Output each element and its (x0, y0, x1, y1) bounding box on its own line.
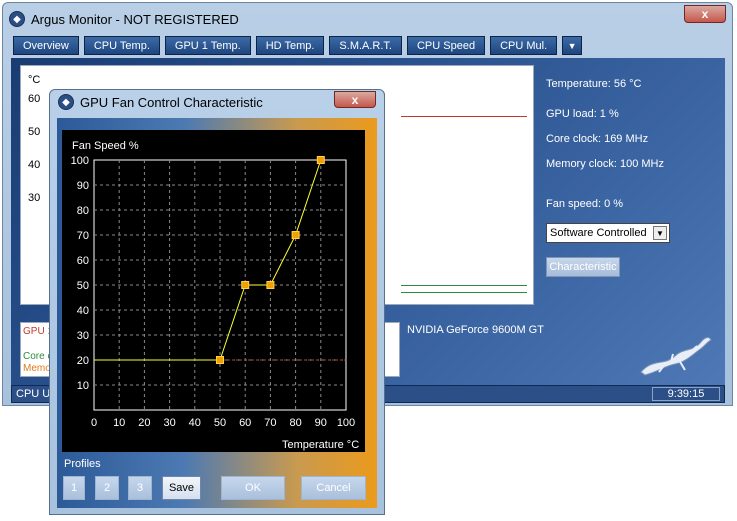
dialog-title: GPU Fan Control Characteristic (80, 94, 263, 110)
argus-logo-icon: ◆ (58, 94, 74, 110)
x-tick-label: 80 (289, 417, 301, 429)
cancel-button[interactable]: Cancel (301, 476, 366, 500)
temperature-history-line (401, 116, 527, 117)
profile-3-button[interactable]: 3 (128, 476, 152, 500)
tab-overview[interactable]: Overview (13, 36, 79, 55)
salamander-logo-icon (640, 337, 712, 376)
chart-y-label: 30 (28, 192, 41, 204)
tab-gpu1-temp[interactable]: GPU 1 Temp. (164, 36, 251, 55)
profile-1-button[interactable]: 1 (63, 476, 85, 500)
fan-curve-chart[interactable]: Fan Speed % Temperature °C 0 10 20 30 40 50 60… (62, 130, 365, 452)
core-clock-readout: Core clock: 169 MHz (546, 133, 649, 145)
y-tick-label: 60 (77, 255, 89, 267)
y-axis-title: Fan Speed % (72, 140, 139, 152)
tab-hd-temp[interactable]: HD Temp. (255, 36, 325, 55)
tab-more-button[interactable]: ▼ (562, 36, 583, 55)
temperature-readout: Temperature: 56 °C (546, 78, 642, 90)
dialog-title-bar[interactable]: ◆ GPU Fan Control Characteristic (58, 94, 263, 110)
x-tick-label: 0 (91, 417, 97, 429)
y-tick-label: 100 (71, 155, 89, 167)
x-tick-label: 40 (189, 417, 201, 429)
x-tick-label: 20 (138, 417, 150, 429)
fan-control-dialog: ◆ GPU Fan Control Characteristic x Fan S… (49, 89, 385, 515)
y-tick-label: 30 (77, 330, 89, 342)
core-clock-history-line (401, 292, 527, 293)
legend-memory: Memo (23, 363, 51, 374)
memory-clock-readout: Memory clock: 100 MHz (546, 158, 664, 170)
curve-point-handle[interactable] (291, 231, 300, 239)
dialog-body: Fan Speed % Temperature °C 0 10 20 30 40 50 60… (57, 118, 377, 508)
dialog-close-button[interactable]: x (334, 91, 376, 108)
chart-y-label: 60 (28, 93, 41, 105)
core-clock-history-line (401, 285, 527, 286)
x-tick-label: 10 (113, 417, 125, 429)
tab-bar: Overview CPU Temp. GPU 1 Temp. HD Temp. … (13, 36, 583, 55)
x-axis-title: Temperature °C (282, 439, 359, 451)
curve-point-handle[interactable] (316, 156, 325, 164)
chart-unit-label: °C (28, 74, 41, 86)
x-tick-label: 100 (337, 417, 355, 429)
characteristic-button[interactable]: Characteristic (546, 257, 620, 277)
argus-logo-icon: ◆ (9, 11, 25, 27)
curve-point-handle[interactable] (266, 281, 275, 289)
chart-y-label: 50 (28, 126, 41, 138)
x-tick-label: 60 (239, 417, 251, 429)
save-button[interactable]: Save (162, 476, 201, 500)
profiles-label: Profiles (64, 458, 101, 470)
x-tick-label: 90 (315, 417, 327, 429)
tab-cpu-mul[interactable]: CPU Mul. (490, 36, 558, 55)
status-clock: 9:39:15 (652, 387, 720, 401)
chevron-down-icon[interactable]: ▼ (653, 226, 667, 240)
main-title-bar[interactable]: ◆ Argus Monitor - NOT REGISTERED (9, 8, 239, 30)
chevron-down-icon: ▼ (567, 40, 577, 51)
curve-point-handle[interactable] (216, 356, 224, 364)
y-tick-label: 90 (77, 180, 89, 192)
close-icon: x (351, 92, 359, 107)
x-tick-label: 70 (264, 417, 276, 429)
fan-mode-value: Software Controlled (550, 227, 647, 239)
tab-smart[interactable]: S.M.A.R.T. (329, 36, 402, 55)
close-icon: x (701, 7, 709, 21)
main-window-title: Argus Monitor - NOT REGISTERED (31, 11, 239, 27)
y-tick-label: 70 (77, 230, 89, 242)
y-tick-label: 80 (77, 205, 89, 217)
profile-2-button[interactable]: 2 (95, 476, 119, 500)
y-tick-label: 40 (77, 305, 89, 317)
x-tick-label: 50 (214, 417, 226, 429)
tab-cpu-speed[interactable]: CPU Speed (406, 36, 486, 55)
ok-button[interactable]: OK (221, 476, 285, 500)
y-tick-label: 10 (77, 380, 89, 392)
tick-labels: 0 10 20 30 40 50 60 70 80 90 100 10 20 30 40 50 60 70 80 90… (71, 155, 356, 429)
y-tick-label: 20 (77, 355, 89, 367)
main-close-button[interactable]: x (684, 5, 726, 23)
fan-mode-select[interactable]: Software Controlled ▼ (546, 223, 670, 243)
x-tick-label: 30 (163, 417, 175, 429)
tab-cpu-temp[interactable]: CPU Temp. (83, 36, 160, 55)
chart-y-label: 40 (28, 159, 41, 171)
gpu-load-readout: GPU load: 1 % (546, 108, 619, 120)
y-tick-label: 50 (77, 280, 89, 292)
gpu-name-label: NVIDIA GeForce 9600M GT (407, 324, 544, 336)
fan-speed-readout: Fan speed: 0 % (546, 198, 624, 210)
curve-point-handle[interactable] (241, 281, 250, 289)
